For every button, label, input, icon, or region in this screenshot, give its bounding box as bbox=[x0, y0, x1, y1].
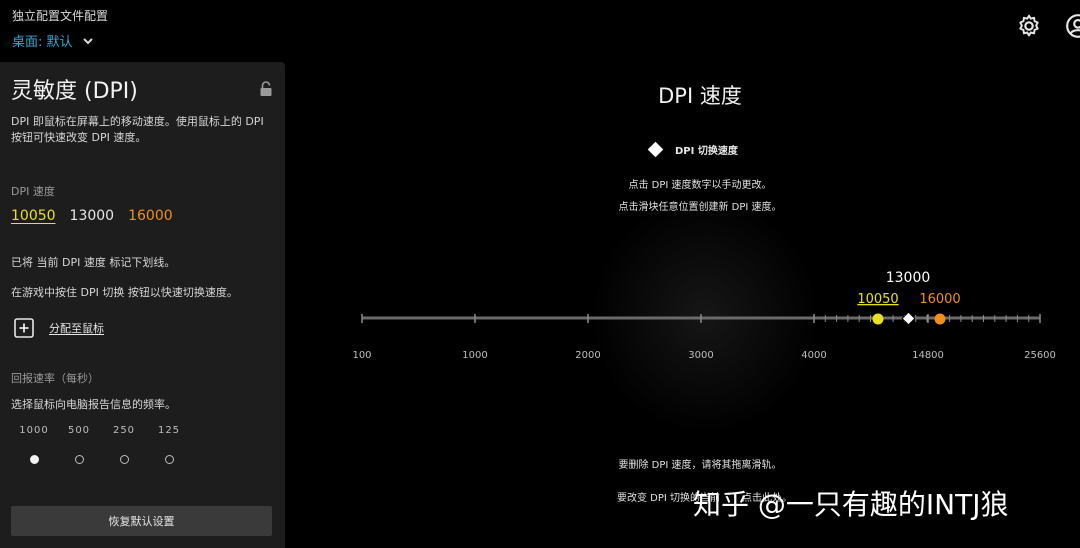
slider-axis-label: 3000 bbox=[688, 350, 713, 361]
report-rate-option[interactable]: 1000 bbox=[11, 425, 57, 464]
hint-text: 要改变 DPI 切换的当前 bbox=[616, 493, 720, 504]
slider-axis-label: 2000 bbox=[575, 350, 600, 361]
hint-text: 要删除 DPI 速度，请将其拖离滑轨。 bbox=[618, 460, 782, 471]
assign-to-mouse-button[interactable]: 分配至鼠标 bbox=[13, 317, 104, 339]
dpi-value[interactable]: 13000 bbox=[70, 208, 115, 224]
dpi-value-current[interactable]: 10050 bbox=[11, 208, 56, 224]
report-rate-option[interactable]: 250 bbox=[101, 425, 147, 464]
marker-label[interactable]: 16000 bbox=[919, 292, 960, 307]
shift-note: 在游戏中按住 DPI 切换 按钮以快速切换速度。 bbox=[11, 286, 238, 299]
radio[interactable] bbox=[119, 455, 129, 464]
report-rate-option[interactable]: 500 bbox=[56, 425, 102, 464]
dpi-section-label: DPI 速度 bbox=[11, 185, 55, 198]
slider-axis-labels: 100 1000 2000 3000 4000 14800 25600 bbox=[352, 350, 1055, 361]
diamond-icon bbox=[647, 141, 664, 158]
gear-icon[interactable] bbox=[1016, 13, 1042, 39]
restore-defaults-button[interactable]: 恢复默认设置 bbox=[11, 506, 272, 536]
report-rate-options: 1000 500 250 125 bbox=[11, 425, 211, 473]
dpi-value[interactable]: 16000 bbox=[128, 208, 173, 224]
legend-label: DPI 切换速度 bbox=[675, 146, 738, 157]
radio[interactable] bbox=[74, 455, 84, 464]
dpi-value-list: 10050 13000 16000 bbox=[11, 208, 173, 224]
chevron-down-icon bbox=[82, 37, 93, 44]
add-box-icon bbox=[14, 318, 34, 338]
report-rate-value: 1000 bbox=[19, 425, 49, 436]
legend: DPI 切换速度 bbox=[647, 141, 738, 158]
radio[interactable] bbox=[164, 455, 174, 464]
slider-axis-label: 4000 bbox=[801, 350, 826, 361]
slider-axis-label: 25600 bbox=[1024, 350, 1056, 361]
radio-selected[interactable] bbox=[29, 455, 39, 464]
profile-dropdown-label: 桌面: 默认 bbox=[12, 35, 73, 50]
slider-handle-shift[interactable] bbox=[901, 311, 916, 326]
report-rate-option[interactable]: 125 bbox=[146, 425, 192, 464]
hint-text: 点击 DPI 速度数字以手动更改。 bbox=[628, 180, 772, 191]
dpi-slider[interactable]: 100 1000 2000 3000 4000 14800 25600 13000 1005… bbox=[340, 262, 1070, 372]
profile-dropdown[interactable]: 桌面: 默认 bbox=[12, 31, 95, 50]
marker-label-current[interactable]: 10050 bbox=[857, 292, 898, 307]
user-icon[interactable] bbox=[1065, 13, 1080, 39]
underline-note: 已将 当前 DPI 速度 标记下划线。 bbox=[11, 256, 176, 269]
slider-axis-label: 14800 bbox=[912, 350, 944, 361]
report-rate-value: 500 bbox=[67, 425, 91, 436]
marker-label-shift[interactable]: 13000 bbox=[886, 270, 931, 286]
panel-title: 灵敏度 (DPI) bbox=[11, 79, 138, 104]
slider-handle-current[interactable] bbox=[872, 313, 884, 325]
main-title: DPI 速度 bbox=[658, 84, 742, 108]
report-rate-value: 250 bbox=[112, 425, 136, 436]
hint-text: 点击滑块任意位置创建新 DPI 速度。 bbox=[618, 202, 782, 213]
report-rate-value: 125 bbox=[157, 425, 181, 436]
slider-axis-label: 1000 bbox=[462, 350, 487, 361]
watermark: 知乎 @一只有趣的INTJ狼 bbox=[693, 488, 1009, 521]
panel-description: DPI 即鼠标在屏幕上的移动速度。使用鼠标上的 DPI 按钮可快速改变 DPI … bbox=[11, 115, 264, 144]
assign-label: 分配至鼠标 bbox=[49, 322, 104, 335]
profile-title: 独立配置文件配置 bbox=[12, 9, 109, 23]
slider-handle[interactable] bbox=[934, 313, 946, 325]
report-rate-label: 回报速率（每秒） bbox=[11, 372, 99, 385]
report-rate-description: 选择鼠标向电脑报告信息的频率。 bbox=[11, 398, 176, 411]
slider-axis-label: 100 bbox=[352, 350, 371, 361]
sensitivity-panel: 灵敏度 (DPI) DPI 即鼠标在屏幕上的移动速度。使用鼠标上的 DPI 按钮… bbox=[0, 62, 285, 548]
lock-icon[interactable] bbox=[259, 81, 273, 97]
